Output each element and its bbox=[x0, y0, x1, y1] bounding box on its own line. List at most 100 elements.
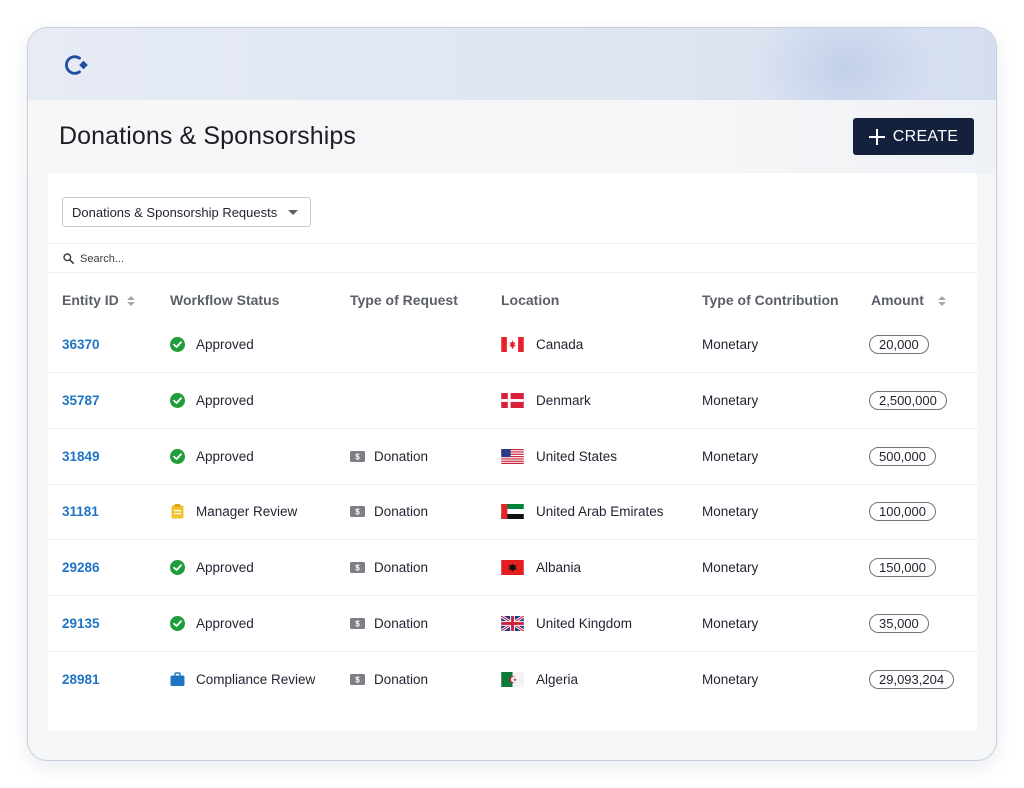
location-name: United States bbox=[536, 448, 618, 464]
request-type: Donation bbox=[374, 448, 429, 464]
amount-badge: 35,000 bbox=[869, 613, 929, 633]
check-circle-icon bbox=[170, 337, 185, 353]
search-input[interactable] bbox=[80, 249, 480, 269]
amount-badge: 20,000 bbox=[869, 335, 929, 355]
amount-badge: 100,000 bbox=[869, 502, 936, 522]
app-window: Donations & Sponsorships CREATE Donation… bbox=[27, 27, 997, 761]
table-header-row: Entity ID Workflow Status Type of Reques… bbox=[48, 283, 977, 317]
search-icon bbox=[63, 253, 74, 264]
location-name: United Arab Emirates bbox=[536, 504, 664, 520]
entity-id-link[interactable]: 31849 bbox=[62, 449, 100, 464]
contribution-type: Monetary bbox=[702, 671, 759, 687]
usa-flag-icon bbox=[501, 448, 524, 464]
money-icon: $ bbox=[350, 450, 365, 462]
workflow-status: Approved bbox=[196, 393, 254, 409]
location-name: United Kingdom bbox=[536, 615, 633, 631]
column-header-location: Location bbox=[501, 283, 702, 317]
column-label: Type of Contribution bbox=[702, 292, 839, 308]
request-type: Donation bbox=[374, 560, 429, 576]
caret-down-icon bbox=[288, 210, 298, 215]
money-icon: $ bbox=[350, 506, 365, 518]
column-header-type-of-request: Type of Request bbox=[350, 283, 501, 317]
workflow-status: Manager Review bbox=[196, 504, 298, 520]
table-row[interactable]: 35787 Approved Denmark Monetary 2,500,00… bbox=[48, 372, 977, 429]
column-label: Workflow Status bbox=[170, 292, 280, 308]
svg-text:$: $ bbox=[355, 675, 360, 684]
money-icon: $ bbox=[350, 562, 365, 574]
workflow-status: Approved bbox=[196, 337, 254, 353]
money-icon: $ bbox=[350, 617, 365, 629]
entity-id-link[interactable]: 28981 bbox=[62, 672, 100, 687]
location-name: Denmark bbox=[536, 393, 591, 409]
create-button[interactable]: CREATE bbox=[853, 118, 974, 155]
table-row[interactable]: 36370 Approved Canada Monetary 20,000 bbox=[48, 317, 977, 373]
top-bar bbox=[28, 28, 996, 138]
column-label: Location bbox=[501, 292, 560, 308]
workflow-status: Compliance Review bbox=[196, 671, 316, 687]
entity-id-link[interactable]: 36370 bbox=[62, 337, 100, 352]
check-circle-icon bbox=[170, 615, 185, 631]
column-header-workflow-status: Workflow Status bbox=[170, 283, 350, 317]
entity-id-link[interactable]: 29135 bbox=[62, 616, 100, 631]
contribution-type: Monetary bbox=[702, 337, 759, 353]
sort-icon[interactable] bbox=[937, 295, 946, 307]
request-type: Donation bbox=[374, 671, 429, 687]
svg-text:$: $ bbox=[355, 508, 360, 517]
page-header: Donations & Sponsorships CREATE bbox=[28, 100, 996, 174]
contribution-type: Monetary bbox=[702, 560, 759, 576]
column-label: Type of Request bbox=[350, 292, 458, 308]
uae-flag-icon bbox=[501, 504, 524, 520]
uk-flag-icon bbox=[501, 615, 524, 631]
view-dropdown[interactable]: Donations & Sponsorship Requests bbox=[62, 197, 311, 227]
clipboard-icon bbox=[171, 504, 184, 519]
svg-text:$: $ bbox=[355, 619, 360, 628]
contribution-type: Monetary bbox=[702, 393, 759, 409]
contribution-type: Monetary bbox=[702, 615, 759, 631]
money-icon: $ bbox=[350, 673, 365, 685]
contribution-type: Monetary bbox=[702, 448, 759, 464]
table-row[interactable]: 29286 Approved $ Donation Albania Moneta… bbox=[48, 539, 977, 596]
entity-id-link[interactable]: 35787 bbox=[62, 393, 100, 408]
plus-icon bbox=[868, 128, 885, 145]
amount-badge: 2,500,000 bbox=[869, 391, 947, 411]
svg-text:$: $ bbox=[355, 452, 360, 461]
workflow-status: Approved bbox=[196, 448, 254, 464]
table-row[interactable]: 29135 Approved $ Donation United Kingdom… bbox=[48, 595, 977, 651]
create-button-label: CREATE bbox=[892, 127, 959, 145]
amount-badge: 150,000 bbox=[869, 558, 936, 578]
search-bar bbox=[48, 243, 977, 273]
location-name: Canada bbox=[536, 337, 584, 353]
requests-panel: Donations & Sponsorship Requests Entity … bbox=[48, 173, 977, 731]
check-circle-icon bbox=[170, 560, 185, 576]
app-logo-icon[interactable] bbox=[62, 52, 90, 78]
requests-table: Entity ID Workflow Status Type of Reques… bbox=[48, 283, 977, 707]
contribution-type: Monetary bbox=[702, 504, 759, 520]
page-title: Donations & Sponsorships bbox=[59, 122, 357, 150]
table-row[interactable]: 31849 Approved $ Donation United States … bbox=[48, 428, 977, 484]
canada-flag-icon bbox=[501, 337, 524, 353]
column-header-entity-id[interactable]: Entity ID bbox=[48, 283, 170, 317]
workflow-status: Approved bbox=[196, 560, 254, 576]
view-dropdown-value: Donations & Sponsorship Requests bbox=[72, 204, 278, 220]
denmark-flag-icon bbox=[501, 393, 524, 409]
column-header-amount[interactable]: Amount bbox=[871, 283, 977, 317]
request-type: Donation bbox=[374, 504, 429, 520]
column-header-type-of-contribution: Type of Contribution bbox=[702, 283, 871, 317]
albania-flag-icon bbox=[501, 560, 524, 576]
table-row[interactable]: 31181 Manager Review $ Donation United A… bbox=[48, 484, 977, 540]
entity-id-link[interactable]: 31181 bbox=[62, 504, 99, 519]
column-label: Entity ID bbox=[62, 292, 119, 308]
workflow-status: Approved bbox=[196, 615, 254, 631]
request-type: Donation bbox=[374, 615, 429, 631]
table-row[interactable]: 28981 Compliance Review $ Donation Alger… bbox=[48, 651, 977, 707]
entity-id-link[interactable]: 29286 bbox=[62, 560, 100, 575]
svg-text:$: $ bbox=[355, 564, 360, 573]
sort-icon[interactable] bbox=[126, 295, 135, 307]
check-circle-icon bbox=[170, 393, 185, 409]
location-name: Albania bbox=[536, 560, 582, 576]
amount-badge: 29,093,204 bbox=[869, 669, 955, 689]
check-circle-icon bbox=[170, 448, 185, 464]
algeria-flag-icon bbox=[501, 671, 524, 687]
amount-badge: 500,000 bbox=[869, 446, 936, 466]
column-label: Amount bbox=[871, 292, 924, 308]
